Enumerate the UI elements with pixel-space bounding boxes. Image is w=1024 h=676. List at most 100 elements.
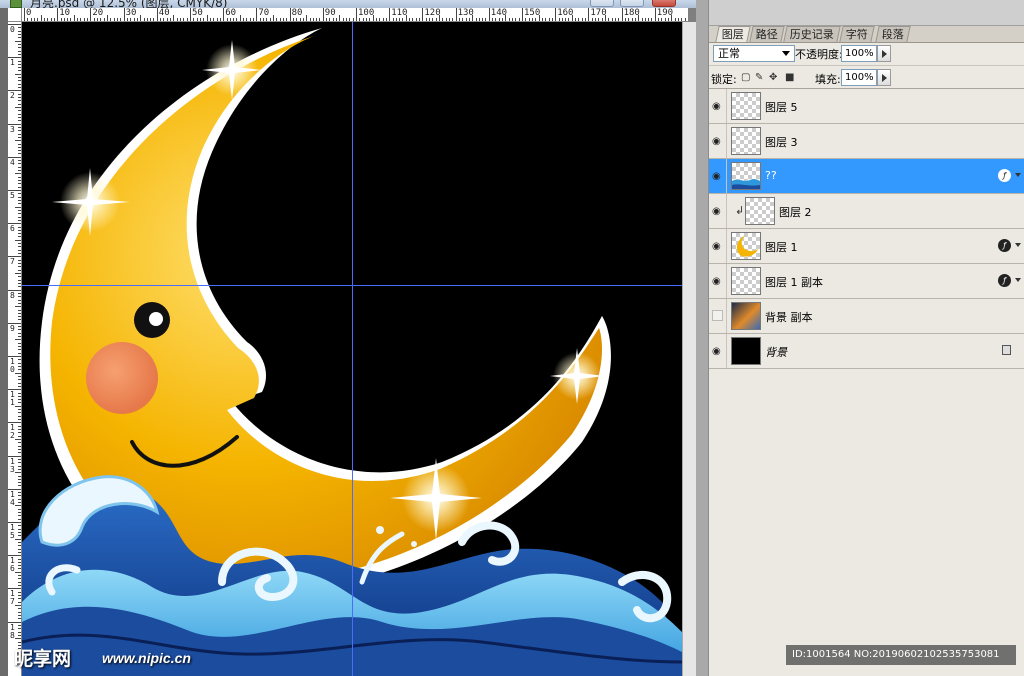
ruler-tick — [472, 15, 474, 21]
ruler-tick — [259, 18, 261, 21]
ruler-tick — [302, 18, 304, 21]
fill-slider-button[interactable] — [877, 69, 891, 86]
layer-row[interactable]: ◉ ↲ 图层 2 — [709, 194, 1024, 229]
layer-effects-icon[interactable]: ƒ — [998, 239, 1011, 252]
expand-effects-icon[interactable] — [1015, 278, 1021, 282]
ruler-tick — [18, 342, 21, 344]
ruler-tick — [15, 472, 21, 474]
ruler-tick — [369, 18, 371, 21]
ruler-tick — [18, 362, 21, 364]
visibility-toggle[interactable] — [709, 299, 727, 333]
eye-icon: ◉ — [712, 206, 721, 217]
lock-pixels-icon[interactable]: ✎ — [755, 72, 763, 83]
panel-tab-strip: 图层 路径 历史记录 字符 段落 — [713, 26, 1021, 42]
ruler-tick — [498, 18, 500, 21]
ruler-tick — [263, 18, 265, 21]
lock-all-icon[interactable]: ■ — [785, 72, 794, 83]
panel-tab-4[interactable]: 段落 — [875, 26, 911, 42]
ruler-tick — [153, 18, 155, 21]
panel-header[interactable] — [709, 0, 1024, 26]
ruler-tick — [478, 18, 480, 21]
ruler-tick — [18, 442, 21, 444]
layer-thumbnail[interactable] — [731, 302, 761, 330]
layer-thumbnail[interactable] — [731, 92, 761, 120]
ruler-tick — [176, 18, 178, 21]
ruler-tick — [53, 18, 55, 21]
layer-row[interactable]: 背景 副本 — [709, 299, 1024, 334]
ruler-tick — [18, 83, 21, 85]
ruler-tick — [502, 18, 504, 21]
visibility-toggle[interactable]: ◉ — [709, 124, 727, 158]
ruler-tick — [18, 468, 21, 470]
ruler-origin[interactable] — [8, 8, 22, 22]
visibility-toggle[interactable]: ◉ — [709, 89, 727, 123]
ruler-tick — [18, 37, 21, 39]
panel-tab-1[interactable]: 路径 — [749, 26, 785, 42]
ruler-tick — [15, 140, 21, 142]
ruler-tick — [18, 292, 21, 294]
lock-position-icon[interactable]: ✥ — [769, 72, 777, 83]
layer-thumbnail[interactable] — [731, 337, 761, 365]
ruler-tick — [120, 18, 122, 21]
ruler-tick — [425, 18, 427, 21]
image-canvas[interactable] — [22, 22, 682, 676]
fill-input[interactable]: 100% — [841, 69, 877, 86]
layer-thumbnail[interactable] — [731, 267, 761, 295]
visibility-toggle[interactable]: ◉ — [709, 159, 727, 193]
visibility-toggle[interactable]: ◉ — [709, 194, 727, 228]
ruler-tick — [658, 18, 660, 21]
horizontal-ruler[interactable]: 0 10 20 30 40 50 60 70 80 90 100 110 120 130 140 150 160… — [22, 8, 688, 22]
eye-icon: ◉ — [712, 101, 721, 112]
ruler-tick — [33, 18, 35, 21]
layer-effects-icon[interactable]: ƒ — [998, 274, 1011, 287]
ruler-tick — [18, 591, 21, 593]
expand-effects-icon[interactable] — [1015, 173, 1021, 177]
layer-row[interactable]: ◉ 图层 1 ƒ — [709, 229, 1024, 264]
ruler-tick — [183, 18, 185, 21]
close-button[interactable] — [652, 0, 676, 7]
ruler-tick — [18, 296, 21, 298]
panel-tab-2[interactable]: 历史记录 — [783, 26, 841, 42]
blend-mode-select[interactable]: 正常 — [713, 45, 795, 62]
panel-tab-0[interactable]: 图层 — [715, 26, 751, 42]
ruler-tick — [18, 458, 21, 460]
ruler-tick — [18, 634, 21, 636]
lock-transparency-icon[interactable]: ▢ — [741, 72, 750, 83]
layer-row[interactable]: ◉ 图层 1 副本 ƒ — [709, 264, 1024, 299]
ruler-tick — [8, 555, 21, 557]
layer-row[interactable]: ◉ 图层 5 — [709, 89, 1024, 124]
panel-tab-label: 历史记录 — [789, 28, 834, 41]
opacity-input[interactable]: 100% — [841, 45, 877, 62]
layer-row[interactable]: ◉ 背景 — [709, 334, 1024, 369]
layer-thumbnail[interactable] — [731, 127, 761, 155]
ruler-tick — [385, 18, 387, 21]
layer-thumbnail[interactable] — [745, 197, 775, 225]
maximize-button[interactable] — [620, 0, 644, 7]
vertical-guide[interactable] — [352, 22, 353, 676]
layer-row[interactable]: ◉ 图层 3 — [709, 124, 1024, 159]
visibility-toggle[interactable]: ◉ — [709, 264, 727, 298]
layer-row[interactable]: ◉?? ƒ — [709, 159, 1024, 194]
document-title-bar[interactable]: 月亮.psd @ 12.5% (图层, CMYK/8) — [0, 0, 696, 8]
vertical-ruler[interactable]: 0 1 2 3 4 5 6 7 8 9 10 11 12 13 14 15 16 17 18 — [8, 22, 22, 676]
ruler-tick-label: 20 — [92, 8, 104, 18]
layer-thumbnail[interactable] — [731, 162, 761, 190]
ruler-tick — [18, 166, 21, 168]
ruler-tick — [73, 15, 75, 21]
ruler-tick — [346, 18, 348, 21]
visibility-toggle[interactable]: ◉ — [709, 334, 727, 368]
ruler-tick — [18, 309, 21, 311]
layer-thumbnail[interactable] — [731, 232, 761, 260]
vertical-scrollbar[interactable] — [682, 22, 696, 676]
ruler-tick — [18, 375, 21, 377]
expand-effects-icon[interactable] — [1015, 243, 1021, 247]
psd-file-icon — [10, 0, 22, 8]
layer-effects-icon[interactable]: ƒ — [998, 169, 1011, 182]
ruler-tick — [253, 18, 255, 21]
panel-tab-3[interactable]: 字符 — [839, 26, 875, 42]
minimize-button[interactable] — [590, 0, 614, 7]
ruler-tick — [309, 18, 311, 21]
opacity-slider-button[interactable] — [877, 45, 891, 62]
ruler-tick — [70, 18, 72, 21]
visibility-toggle[interactable]: ◉ — [709, 229, 727, 263]
